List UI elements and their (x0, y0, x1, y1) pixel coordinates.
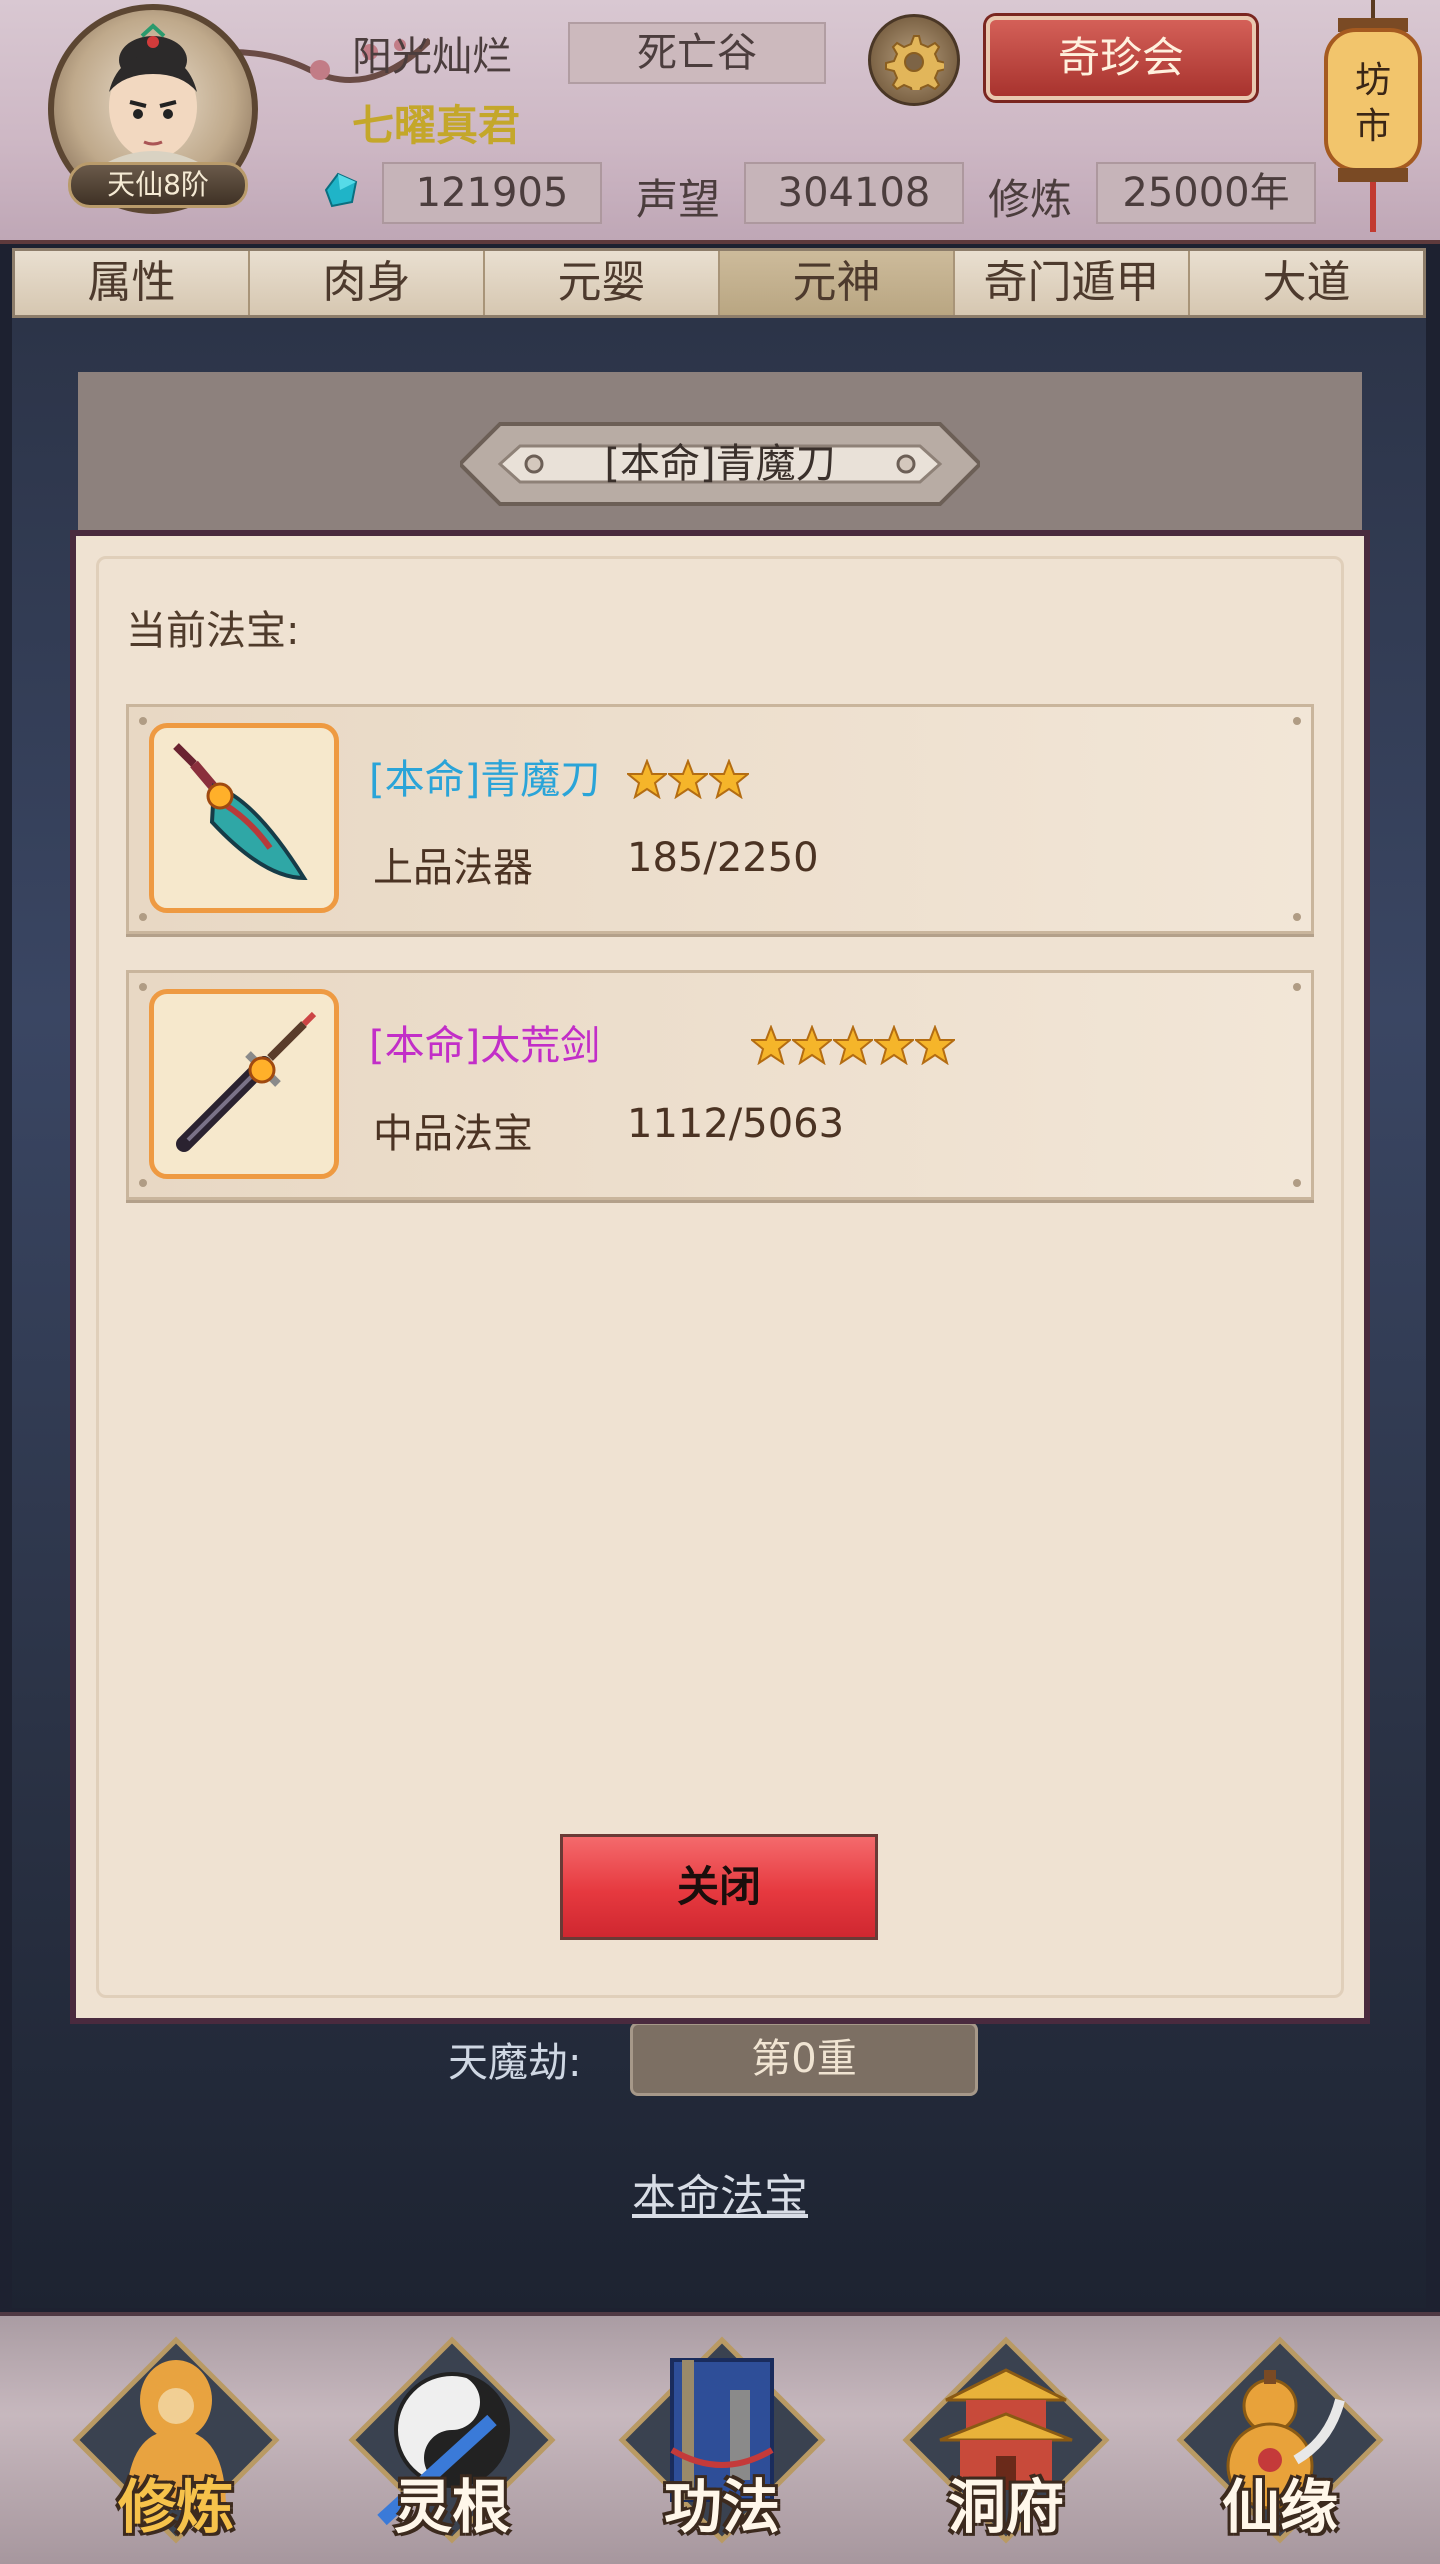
tab-body[interactable]: 肉身 (250, 251, 485, 315)
rank-badge: 天仙8阶 (68, 162, 248, 208)
star-icon (792, 1025, 832, 1065)
nav-label-spirit-root: 灵根 (393, 2473, 510, 2541)
treasure-name: [本命]太荒剑 (369, 1023, 601, 1069)
player-name: 阳光灿烂 (352, 34, 512, 80)
cultivation-value: 25000年 (1096, 162, 1316, 224)
reputation-value: 304108 (744, 162, 964, 224)
cultivation-label: 修炼 (988, 175, 1073, 224)
treasure-card[interactable]: [本命]青魔刀 上品法器 185/2250 (126, 704, 1314, 934)
jade-currency-icon (324, 172, 358, 208)
current-treasure-label: 当前法宝: (126, 608, 300, 654)
tab-qimen-dunjia[interactable]: 奇门遁甲 (955, 251, 1190, 315)
avatar[interactable]: 天仙8阶 (48, 4, 268, 224)
treasure-name: [本命]青魔刀 (369, 757, 601, 803)
market-lantern-button[interactable]: 坊 市 (1318, 0, 1428, 236)
treasure-card[interactable]: [本命]太荒剑 中品法宝 1112/5063 (126, 970, 1314, 1200)
tab-primordial-spirit[interactable]: 元神 (720, 251, 955, 315)
location-label[interactable]: 死亡谷 (568, 22, 826, 84)
star-rating (627, 759, 749, 799)
natal-treasure-link[interactable]: 本命法宝 (0, 2160, 1440, 2224)
tab-nascent-soul[interactable]: 元婴 (485, 251, 720, 315)
treasure-auction-button[interactable]: 奇珍会 (986, 16, 1256, 100)
star-icon (915, 1025, 955, 1065)
dialog-title: [本命]青魔刀 (604, 441, 836, 487)
star-icon (709, 759, 749, 799)
star-icon (833, 1025, 873, 1065)
market-label-top: 坊 (1355, 60, 1391, 101)
star-icon (874, 1025, 914, 1065)
tribulation-label: 天魔劫: (448, 2040, 582, 2086)
player-title: 七曜真君 (352, 101, 521, 150)
treasure-progress: 1112/5063 (627, 1101, 845, 1147)
gear-icon (885, 35, 944, 90)
tribulation-value: 第0重 (630, 2022, 978, 2096)
close-button[interactable]: 关闭 (560, 1834, 878, 1940)
nav-label-cultivate: 修炼 (117, 2473, 234, 2541)
jade-value: 121905 (382, 162, 602, 224)
reputation-label: 声望 (636, 175, 721, 224)
star-icon (627, 759, 667, 799)
treasure-progress: 185/2250 (627, 835, 819, 881)
blade-icon (149, 723, 339, 913)
tab-great-dao[interactable]: 大道 (1190, 251, 1423, 315)
star-rating (751, 1025, 955, 1065)
market-label-bottom: 市 (1355, 106, 1391, 147)
nav-label-cave-abode: 洞府 (947, 2473, 1064, 2541)
nav-label-immortal-fate: 仙缘 (1221, 2473, 1338, 2541)
sword-icon (149, 989, 339, 1179)
star-icon (751, 1025, 791, 1065)
treasure-grade: 中品法宝 (373, 1111, 533, 1157)
star-icon (668, 759, 708, 799)
nav-label-technique: 功法 (663, 2473, 780, 2541)
category-tabbar: 属性 肉身 元婴 元神 奇门遁甲 大道 (12, 248, 1426, 318)
settings-button[interactable] (868, 14, 960, 106)
tab-attributes[interactable]: 属性 (15, 251, 250, 315)
treasure-grade: 上品法器 (373, 845, 533, 891)
